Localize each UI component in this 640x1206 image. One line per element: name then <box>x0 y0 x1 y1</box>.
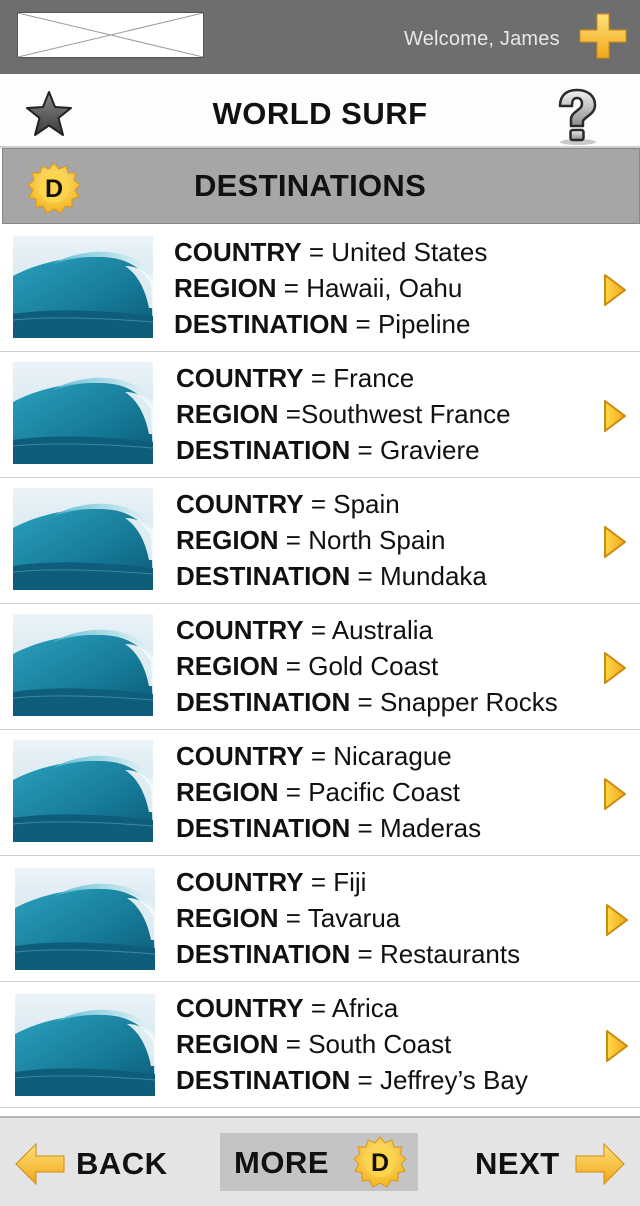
wave-thumbnail <box>13 236 153 338</box>
destination-line: DESTINATION = Jeffrey’s Bay <box>176 1065 528 1095</box>
destination-line: DESTINATION = Pipeline <box>174 309 471 339</box>
destination-line: DESTINATION = Snapper Rocks <box>176 687 558 717</box>
list-item[interactable]: COUNTRY = United States REGION = Hawaii,… <box>0 226 640 352</box>
chevron-right-icon[interactable] <box>604 1028 630 1064</box>
destination-value: Jeffrey’s Bay <box>379 1065 528 1095</box>
destination-value: Maderas <box>379 813 482 843</box>
country-line: COUNTRY = Australia <box>176 615 433 645</box>
region-value: North Spain <box>308 525 446 555</box>
wave-thumbnail <box>15 868 155 970</box>
wave-thumbnail <box>15 994 155 1096</box>
wave-thumbnail <box>13 362 153 464</box>
region-value: Tavarua <box>307 903 401 933</box>
d-badge-icon: D <box>353 1136 407 1188</box>
badge-letter: D <box>371 1149 389 1177</box>
country-line: COUNTRY = Spain <box>176 489 400 519</box>
arrow-right-icon <box>575 1142 625 1186</box>
destination-value: Graviere <box>379 435 480 465</box>
region-value: South Coast <box>308 1029 452 1059</box>
destination-line: DESTINATION = Restaurants <box>176 939 521 969</box>
destination-line: DESTINATION = Graviere <box>176 435 480 465</box>
image-placeholder-icon <box>17 12 204 58</box>
list-item[interactable]: COUNTRY = Nicarague REGION = Pacific Coa… <box>0 730 640 856</box>
country-value: France <box>333 363 415 393</box>
region-value: Southwest France <box>301 399 511 429</box>
chevron-right-icon[interactable] <box>602 650 628 686</box>
back-label: BACK <box>76 1146 168 1181</box>
country-value: Africa <box>331 993 399 1023</box>
list-item[interactable]: COUNTRY = Spain REGION = North Spain DES… <box>0 478 640 604</box>
chevron-right-icon[interactable] <box>604 902 630 938</box>
chevron-right-icon[interactable] <box>602 398 628 434</box>
list-item[interactable]: COUNTRY = Africa REGION = South Coast DE… <box>0 982 640 1108</box>
country-line: COUNTRY = France <box>176 363 415 393</box>
next-button[interactable]: NEXT <box>472 1138 628 1190</box>
region-line: REGION = Gold Coast <box>176 651 439 681</box>
country-line: COUNTRY = Fiji <box>176 867 367 897</box>
region-line: REGION =Southwest France <box>176 399 511 429</box>
d-badge-icon: D <box>27 162 81 214</box>
logo-placeholder <box>17 12 204 58</box>
region-line: REGION = Hawaii, Oahu <box>174 273 463 303</box>
country-value: United States <box>331 237 488 267</box>
arrow-left-icon <box>15 1142 65 1186</box>
page-title: WORLD SURF <box>212 96 428 131</box>
next-label: NEXT <box>475 1146 560 1181</box>
region-line: REGION = South Coast <box>176 1029 452 1059</box>
question-icon[interactable] <box>552 88 602 146</box>
welcome-text: Welcome, James <box>404 28 560 50</box>
chevron-right-icon[interactable] <box>602 272 628 308</box>
list-item[interactable]: COUNTRY = France REGION =Southwest Franc… <box>0 352 640 478</box>
destination-value: Mundaka <box>379 561 487 591</box>
country-line: COUNTRY = United States <box>174 237 488 267</box>
country-line: COUNTRY = Nicarague <box>176 741 452 771</box>
chevron-right-icon[interactable] <box>602 776 628 812</box>
country-line: COUNTRY = Africa <box>176 993 399 1023</box>
destination-line: DESTINATION = Maderas <box>176 813 482 843</box>
region-line: REGION = Tavarua <box>176 903 401 933</box>
destination-value: Pipeline <box>377 309 471 339</box>
wave-thumbnail <box>13 614 153 716</box>
badge-letter: D <box>45 175 63 203</box>
list-item[interactable]: COUNTRY = Australia REGION = Gold Coast … <box>0 604 640 730</box>
country-value: Australia <box>331 615 433 645</box>
country-value: Fiji <box>333 867 367 897</box>
chevron-right-icon[interactable] <box>602 524 628 560</box>
plus-icon[interactable] <box>578 12 628 60</box>
wave-thumbnail <box>13 740 153 842</box>
more-button[interactable]: MORE D <box>220 1133 418 1191</box>
country-value: Nicarague <box>333 741 452 771</box>
region-line: REGION = North Spain <box>176 525 446 555</box>
region-line: REGION = Pacific Coast <box>176 777 460 807</box>
region-value: Gold Coast <box>308 651 439 681</box>
back-button[interactable]: BACK <box>14 1138 174 1190</box>
region-value: Pacific Coast <box>308 777 460 807</box>
destination-line: DESTINATION = Mundaka <box>176 561 487 591</box>
list-item[interactable]: COUNTRY = Fiji REGION = Tavarua DESTINAT… <box>0 856 640 982</box>
wave-thumbnail <box>13 488 153 590</box>
more-label: MORE <box>234 1145 329 1180</box>
destination-value: Snapper Rocks <box>379 687 558 717</box>
region-value: Hawaii, Oahu <box>306 273 463 303</box>
section-title: DESTINATIONS <box>194 168 427 203</box>
country-value: Spain <box>333 489 400 519</box>
destination-value: Restaurants <box>379 939 521 969</box>
